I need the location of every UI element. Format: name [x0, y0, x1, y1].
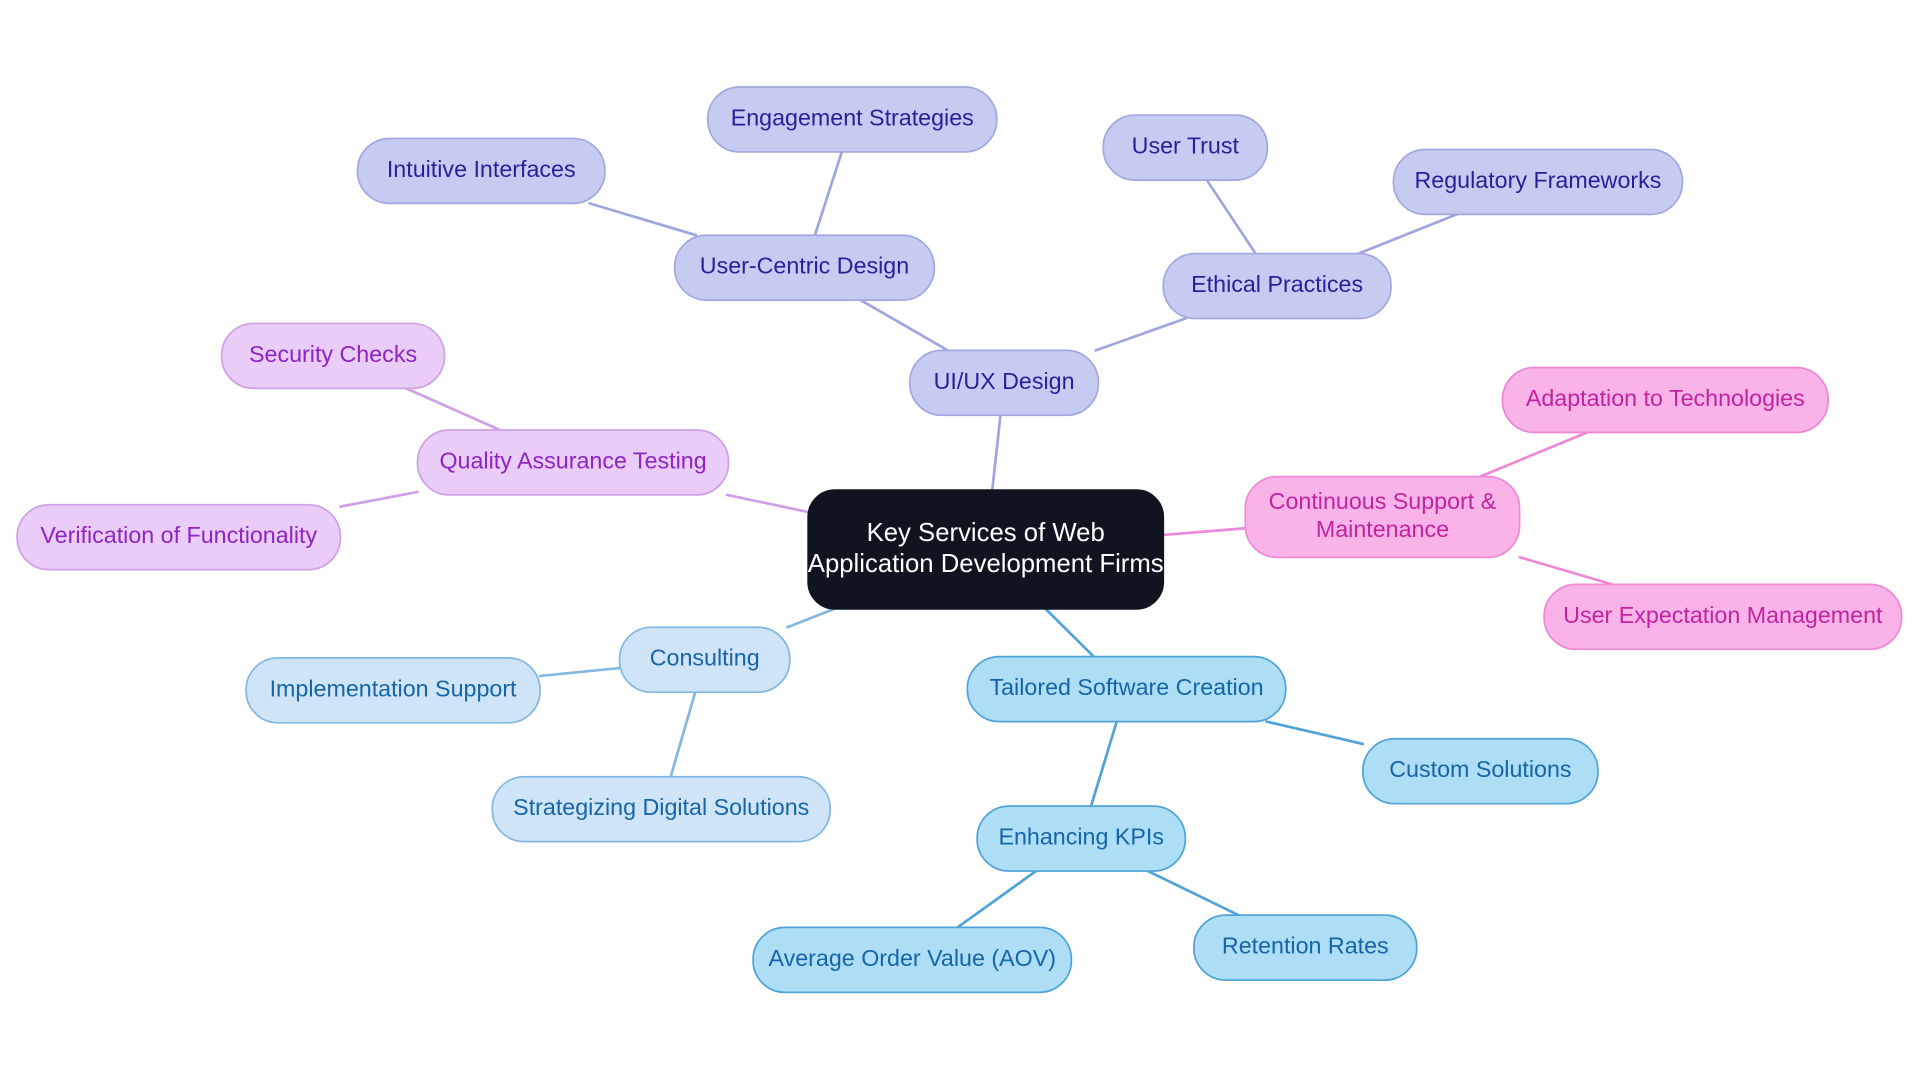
nodes-layer: UI/UX Design User-Centric Design Intuitive…	[16, 86, 1903, 994]
mindmap-edge-quality-assurance-testing-to-security-checks	[404, 387, 502, 432]
node-label-enhancing-kpis: Enhancing KPIs	[998, 824, 1164, 850]
mindmap-edge-ethical-practices-to-regulatory-frameworks	[1357, 213, 1458, 255]
mindmap-edge-consulting-to-implementation-support	[538, 666, 621, 678]
mindmap-canvas: UI/UX Design User-Centric Design Intuitive…	[0, 0, 1920, 1083]
mindmap-edge-tailored-software-creation-to-enhancing-kpis	[1089, 720, 1119, 808]
node-label-average-order-value-aov: Average Order Value (AOV)	[769, 945, 1056, 971]
node-label-verification-of-functionality: Verification of Functionality	[40, 522, 317, 548]
node-label-retention-rates: Retention Rates	[1222, 933, 1389, 959]
mindmap-edge-enhancing-kpis-to-retention-rates	[1146, 869, 1240, 917]
mindmap-edge-continuous-support-maintenance-to-user-expectation-management	[1518, 555, 1614, 586]
mindmap-node-average-order-value-aov[interactable]: Average Order Value (AOV)	[752, 926, 1073, 994]
node-label-tailored-software-creation: Tailored Software Creation	[989, 674, 1263, 700]
node-label-intuitive-interfaces: Intuitive Interfaces	[387, 156, 576, 182]
mindmap-edge-enhancing-kpis-to-average-order-value-aov	[956, 869, 1038, 929]
mindmap-edge-user-centric-design-to-intuitive-interfaces	[588, 202, 698, 237]
node-label-quality-assurance-testing: Quality Assurance Testing	[439, 448, 706, 474]
mindmap-edge-continuous-support-maintenance-to-adaptation-to-technologies	[1478, 431, 1589, 478]
mindmap-node-continuous-support-maintenance[interactable]: Continuous Support & Maintenance	[1244, 475, 1521, 559]
mindmap-node-tailored-software-creation[interactable]: Tailored Software Creation	[966, 655, 1287, 723]
mindmap-node-implementation-support[interactable]: Implementation Support	[245, 657, 541, 724]
mindmap-node-user-centric-design[interactable]: User-Centric Design	[673, 234, 936, 302]
mindmap-edge-ui-ux-design-to-user-centric-design	[859, 298, 950, 352]
node-label-ethical-practices: Ethical Practices	[1191, 271, 1363, 297]
mindmap-node-retention-rates[interactable]: Retention Rates	[1193, 914, 1418, 981]
mindmap-node-custom-solutions[interactable]: Custom Solutions	[1362, 737, 1599, 805]
node-label-user-trust: User Trust	[1132, 133, 1240, 159]
mindmap-edge-user-centric-design-to-engagement-strategies	[813, 150, 844, 237]
node-label-user-centric-design: User-Centric Design	[700, 253, 909, 279]
node-label-adaptation-to-technologies: Adaptation to Technologies	[1526, 385, 1805, 411]
mindmap-edge-tailored-software-creation-to-custom-solutions	[1265, 720, 1365, 746]
node-label-regulatory-frameworks: Regulatory Frameworks	[1415, 167, 1662, 193]
mindmap-node-adaptation-to-technologies[interactable]: Adaptation to Technologies	[1501, 366, 1830, 434]
mindmap-edge-quality-assurance-testing-to-verification-of-functionality	[339, 490, 419, 508]
mindmap-edge-consulting-to-strategizing-digital-solutions	[669, 690, 697, 779]
mindmap-node-intuitive-interfaces[interactable]: Intuitive Interfaces	[356, 137, 606, 205]
node-label-consulting: Consulting	[650, 645, 760, 671]
mindmap-svg: UI/UX Design User-Centric Design Intuitive…	[16, 86, 1903, 994]
mindmap-node-consulting[interactable]: Consulting	[618, 626, 791, 694]
mindmap-node-enhancing-kpis[interactable]: Enhancing KPIs	[976, 805, 1187, 872]
mindmap-node-root[interactable]: Key Services of Web Application Developme…	[807, 489, 1165, 610]
mindmap-edge-root-to-quality-assurance-testing	[725, 493, 810, 514]
node-label-security-checks: Security Checks	[249, 341, 417, 367]
node-label-implementation-support: Implementation Support	[270, 675, 517, 701]
mindmap-edge-root-to-ui-ux-design	[990, 413, 1002, 492]
mindmap-node-security-checks[interactable]: Security Checks	[220, 322, 446, 390]
mindmap-node-user-expectation-management[interactable]: User Expectation Management	[1543, 583, 1903, 651]
node-label-user-expectation-management: User Expectation Management	[1563, 602, 1883, 628]
mindmap-node-engagement-strategies[interactable]: Engagement Strategies	[706, 86, 998, 153]
mindmap-edge-root-to-consulting	[786, 607, 836, 629]
mindmap-node-verification-of-functionality[interactable]: Verification of Functionality	[16, 503, 342, 571]
mindmap-node-quality-assurance-testing[interactable]: Quality Assurance Testing	[416, 429, 730, 496]
mindmap-edge-ui-ux-design-to-ethical-practices	[1094, 317, 1187, 352]
mindmap-node-ui-ux-design[interactable]: UI/UX Design	[908, 349, 1100, 417]
mindmap-edge-root-to-tailored-software-creation	[1044, 607, 1096, 659]
node-label-strategizing-digital-solutions: Strategizing Digital Solutions	[513, 794, 809, 820]
node-label-ui-ux-design: UI/UX Design	[934, 368, 1075, 394]
mindmap-node-regulatory-frameworks[interactable]: Regulatory Frameworks	[1392, 148, 1684, 216]
mindmap-node-ethical-practices[interactable]: Ethical Practices	[1162, 252, 1392, 320]
node-label-engagement-strategies: Engagement Strategies	[731, 105, 974, 131]
mindmap-node-user-trust[interactable]: User Trust	[1102, 114, 1269, 181]
mindmap-edge-ethical-practices-to-user-trust	[1205, 178, 1257, 255]
mindmap-node-strategizing-digital-solutions[interactable]: Strategizing Digital Solutions	[491, 775, 832, 843]
mindmap-edge-root-to-continuous-support-maintenance	[1161, 526, 1247, 537]
node-label-custom-solutions: Custom Solutions	[1389, 756, 1571, 782]
